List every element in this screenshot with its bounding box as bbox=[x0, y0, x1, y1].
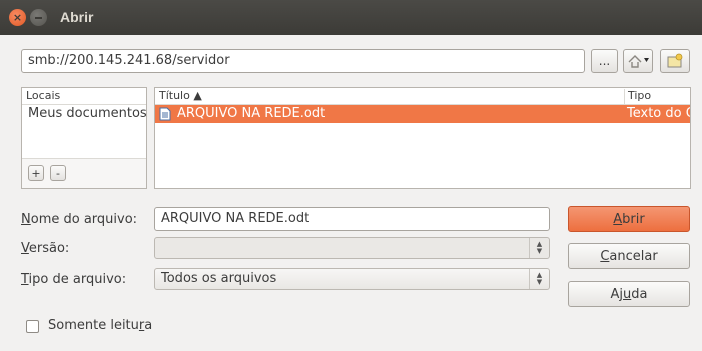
open-button[interactable]: Abrir bbox=[568, 206, 690, 232]
folder-up-icon bbox=[628, 55, 649, 68]
close-icon[interactable]: × bbox=[9, 9, 26, 26]
version-select[interactable]: ▲ ▼ bbox=[154, 237, 550, 259]
spin-arrows-icon: ▲ ▼ bbox=[529, 238, 549, 258]
new-folder-button[interactable] bbox=[660, 49, 690, 73]
filetype-label-mnemonic: T bbox=[21, 272, 29, 287]
filetype-select[interactable]: Todos os arquivos ▲ ▼ bbox=[154, 268, 550, 290]
document-icon bbox=[159, 107, 171, 121]
version-label-text: ersão: bbox=[28, 241, 70, 256]
readonly-label-text-pre: Somente leitu bbox=[48, 318, 139, 333]
help-button[interactable]: Aj u da bbox=[568, 281, 690, 307]
spin-arrows-icon: ▲ ▼ bbox=[529, 269, 549, 289]
help-button-text-pre: Aj bbox=[610, 286, 624, 302]
files-list: Título ▲ Tipo ARQUIVO NA REDE.odt Texto … bbox=[154, 87, 691, 189]
help-button-text-post: da bbox=[631, 286, 648, 302]
cancel-button[interactable]: Cancelar bbox=[568, 243, 690, 269]
filename-label-text: ome do arquivo: bbox=[30, 212, 138, 227]
cancel-button-text: ancelar bbox=[609, 248, 658, 264]
location-input[interactable]: smb://200.145.241.68/servidor bbox=[21, 49, 585, 73]
minimize-icon[interactable] bbox=[30, 9, 47, 26]
add-place-button[interactable]: + bbox=[28, 165, 44, 181]
title-bar: × Abrir bbox=[0, 0, 702, 35]
file-name: ARQUIVO NA REDE.odt bbox=[177, 106, 326, 121]
filetype-label: Tipo de arquivo: bbox=[21, 272, 126, 287]
places-toolbar: + - bbox=[22, 158, 146, 188]
filename-label-mnemonic: N bbox=[21, 212, 31, 227]
new-folder-icon bbox=[667, 53, 683, 68]
browse-button-label: ... bbox=[598, 54, 611, 68]
remove-place-button[interactable]: - bbox=[50, 165, 66, 181]
filetype-select-value: Todos os arquivos bbox=[161, 271, 277, 286]
readonly-checkbox[interactable] bbox=[26, 320, 39, 333]
parent-folder-button[interactable] bbox=[623, 49, 653, 73]
remove-place-label: - bbox=[56, 166, 60, 180]
filetype-label-text: ipo de arquivo: bbox=[28, 272, 127, 287]
add-place-label: + bbox=[31, 166, 41, 180]
readonly-label[interactable]: Somente leitura bbox=[48, 318, 152, 333]
open-button-mnemonic: A bbox=[613, 211, 623, 227]
column-title[interactable]: Título ▲ bbox=[159, 89, 202, 102]
browse-button[interactable]: ... bbox=[591, 49, 618, 73]
version-label-mnemonic: V bbox=[21, 241, 29, 256]
place-item-label: Meus documentos bbox=[28, 105, 146, 121]
open-button-text: brir bbox=[622, 211, 645, 227]
version-label: Versão: bbox=[21, 241, 69, 256]
help-button-mnemonic: u bbox=[623, 286, 632, 302]
file-row[interactable]: ARQUIVO NA REDE.odt Texto do OpenDocumen… bbox=[155, 105, 690, 123]
filename-input[interactable]: ARQUIVO NA REDE.odt bbox=[154, 207, 550, 231]
window-title: Abrir bbox=[60, 9, 94, 25]
places-header: Locais bbox=[22, 88, 146, 105]
filename-label: Nome do arquivo: bbox=[21, 212, 137, 227]
places-panel: Locais Meus documentos + - bbox=[21, 87, 147, 189]
column-type[interactable]: Tipo bbox=[624, 89, 651, 105]
place-item-documents[interactable]: Meus documentos bbox=[22, 105, 146, 121]
files-header: Título ▲ Tipo bbox=[155, 88, 690, 105]
cancel-button-mnemonic: C bbox=[600, 248, 610, 264]
readonly-label-text-post: a bbox=[144, 318, 153, 333]
file-type: Texto do OpenDocument bbox=[627, 106, 690, 121]
